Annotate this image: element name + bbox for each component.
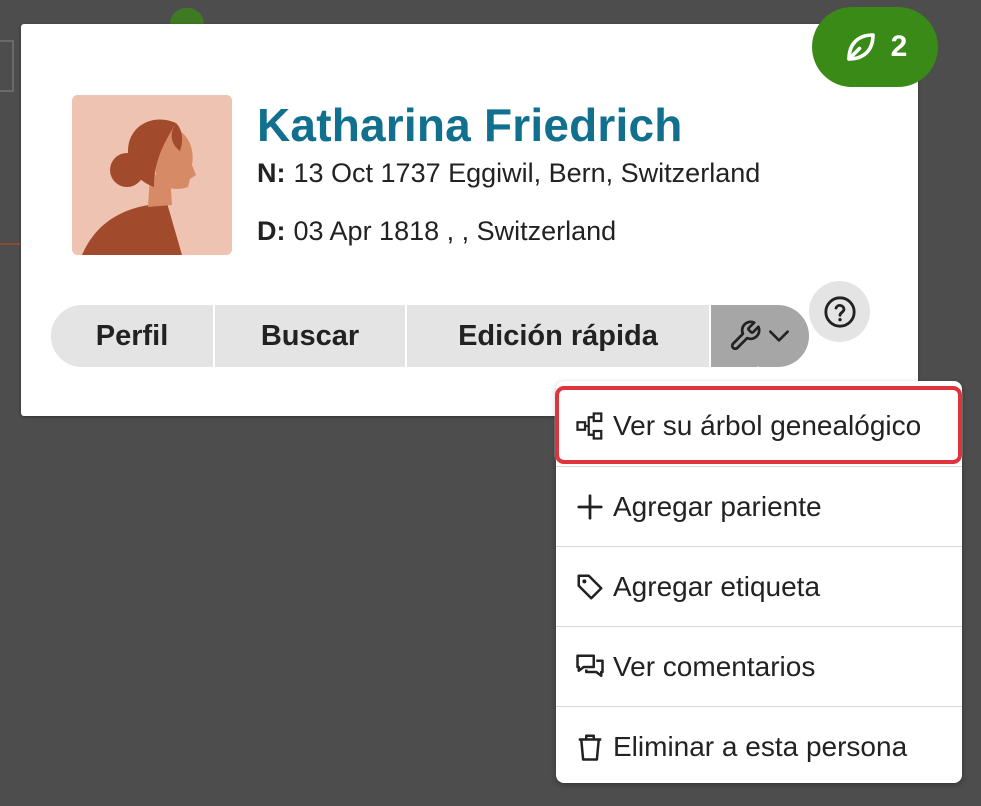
background-frame (0, 40, 14, 92)
menu-item-label: Agregar etiqueta (613, 570, 821, 602)
help-button[interactable] (809, 281, 870, 342)
menu-item-add-tag[interactable]: Agregar etiqueta (556, 546, 962, 626)
background-connector-line (0, 243, 22, 245)
action-button-bar: Perfil Buscar Edición rápida (51, 305, 809, 367)
avatar[interactable] (72, 95, 232, 255)
tree-icon (574, 410, 606, 442)
menu-item-add-relative[interactable]: Agregar pariente (556, 466, 962, 546)
profile-button[interactable]: Perfil (51, 305, 215, 367)
hints-count: 2 (890, 30, 908, 63)
person-name[interactable]: Katharina Friedrich (257, 98, 683, 152)
female-silhouette-icon (72, 95, 232, 255)
menu-item-view-tree[interactable]: Ver su árbol genealógico (556, 386, 962, 466)
death-info: D: 03 Apr 1818 , , Switzerland (257, 216, 616, 247)
menu-item-view-comments[interactable]: Ver comentarios (556, 626, 962, 706)
wrench-icon (730, 320, 761, 351)
birth-info: N: 13 Oct 1737 Eggiwil, Bern, Switzerland (257, 158, 760, 189)
tag-icon (574, 571, 606, 603)
birth-value: 13 Oct 1737 Eggiwil, Bern, Switzerland (293, 158, 761, 188)
quick-edit-button[interactable]: Edición rápida (407, 305, 711, 367)
trash-icon (574, 731, 606, 763)
question-circle-icon (823, 295, 856, 328)
plus-icon (574, 491, 606, 523)
menu-pointer (744, 366, 772, 382)
menu-item-delete-person[interactable]: Eliminar a esta persona (556, 706, 962, 786)
chevron-down-icon (769, 330, 789, 342)
search-button[interactable]: Buscar (215, 305, 407, 367)
comments-icon (574, 651, 606, 683)
menu-item-label: Agregar pariente (613, 490, 822, 522)
menu-item-label: Eliminar a esta persona (613, 730, 908, 762)
leaf-icon (846, 33, 875, 61)
menu-item-label: Ver su árbol genealógico (613, 410, 922, 441)
death-label: D: (257, 216, 286, 246)
birth-label: N: (257, 158, 286, 188)
menu-item-label: Ver comentarios (613, 650, 816, 682)
death-value: 03 Apr 1818 , , Switzerland (293, 216, 617, 246)
hints-badge[interactable]: 2 (812, 7, 938, 87)
tools-dropdown-menu: Ver su árbol genealógico Agregar parient… (556, 381, 962, 783)
person-card: Katharina Friedrich N: 13 Oct 1737 Eggiwi… (21, 24, 918, 416)
tools-menu-button[interactable] (711, 305, 809, 367)
